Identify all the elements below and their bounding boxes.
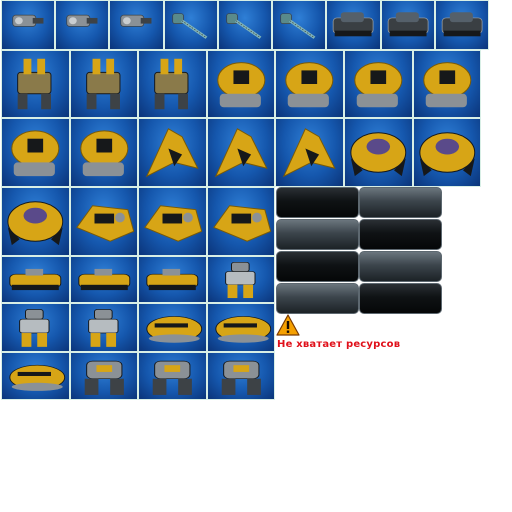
button-state-dark — [276, 251, 359, 282]
button-state-dark — [359, 219, 442, 250]
unit-sprite-fighter-craft — [275, 118, 344, 187]
unit-sprite-robot-soldier — [69, 303, 139, 352]
unit-sprite-fighter-craft — [206, 118, 276, 187]
button-state-dark — [276, 187, 359, 218]
unit-sprite-rifle-teal — [272, 0, 327, 50]
unit-sprite-cannon-gray — [109, 0, 164, 50]
button-state-light — [276, 219, 359, 250]
unit-sprite-crawler — [1, 256, 70, 303]
unit-sprite-heavy-mech — [206, 352, 276, 400]
unit-sprite-robot-soldier — [1, 303, 70, 352]
unit-sprite-fighter-craft — [138, 118, 207, 187]
unit-sprite-cannon-gray — [55, 0, 110, 50]
unit-sprite-armor-shell — [344, 118, 413, 187]
button-state-light — [276, 283, 359, 314]
unit-sprite-armor-shell — [412, 118, 482, 187]
unit-sprite-turret-pod — [1, 118, 70, 187]
unit-sprite-mech-walker — [69, 50, 139, 118]
unit-sprite-robot-soldier — [206, 256, 276, 303]
unit-sprite-mech-walker — [1, 50, 70, 118]
unit-sprite-boat-hull — [138, 303, 207, 352]
unit-sprite-turret-pod — [344, 50, 413, 118]
button-state-light — [359, 251, 442, 282]
unit-sprite-tank-dark — [326, 0, 381, 50]
unit-sprite-boat-hull — [1, 352, 70, 400]
button-state-dark — [359, 283, 442, 314]
unit-sprite-rifle-teal — [163, 0, 218, 50]
unit-sprite-heavy-mech — [69, 352, 139, 400]
unit-sprite-tank-dark — [434, 0, 489, 50]
unit-sprite-crawler — [138, 256, 207, 303]
unit-sprite-turret-pod — [275, 50, 344, 118]
unit-sprite-turret-pod — [69, 118, 139, 187]
unit-sprite-cannon-gray — [1, 0, 56, 50]
unit-sprite-boat-hull — [206, 303, 276, 352]
unit-sprite-turret-pod — [412, 50, 482, 118]
unit-sprite-heavy-mech — [138, 352, 207, 400]
button-state-light — [359, 187, 442, 218]
unit-sprite-mech-walker — [138, 50, 207, 118]
unit-sprite-turret-pod — [206, 50, 276, 118]
warning-triangle-icon — [276, 314, 300, 336]
unit-sprite-crawler — [69, 256, 139, 303]
unit-sprite-rifle-teal — [217, 0, 273, 50]
unit-sprite-hover-tank — [69, 187, 139, 256]
warning-message: Не хватает ресурсов — [277, 339, 401, 350]
unit-sprite-hover-tank — [206, 187, 276, 256]
unit-sprite-armor-shell — [1, 187, 70, 256]
unit-sprite-tank-dark — [380, 0, 435, 50]
unit-sprite-hover-tank — [138, 187, 207, 256]
